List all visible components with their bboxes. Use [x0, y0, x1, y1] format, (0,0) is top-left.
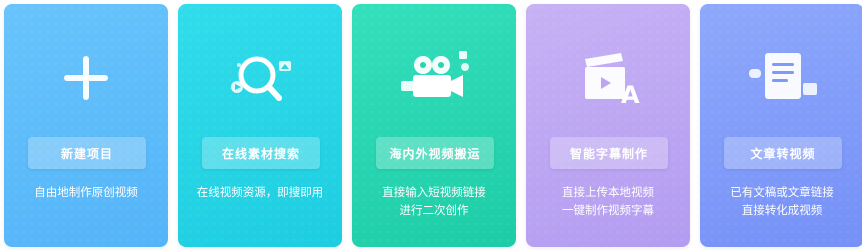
card-new-project[interactable]: 新建项目 自由地制作原创视频 [4, 4, 168, 247]
description-line: 一键制作视频字幕 [562, 203, 654, 217]
description-line: 已有文稿或文章链接 [730, 185, 834, 199]
card-video-transfer[interactable]: 海内外视频搬运 直接输入短视频链接 进行二次创作 [352, 4, 516, 247]
card-description: 直接输入短视频链接 进行二次创作 [358, 183, 510, 219]
card-smart-subtitle[interactable]: A 智能字幕制作 直接上传本地视频 一键制作视频字幕 [526, 4, 690, 247]
new-project-button[interactable]: 新建项目 [28, 137, 146, 169]
card-online-material-search[interactable]: 在线素材搜索 在线视频资源，即搜即用 [178, 4, 342, 247]
description-line: 直接输入短视频链接 [382, 185, 486, 199]
search-magnifier-icon [178, 38, 342, 118]
online-material-search-button[interactable]: 在线素材搜索 [202, 137, 320, 169]
card-description: 在线视频资源，即搜即用 [184, 183, 336, 201]
clapperboard-subtitle-icon: A [526, 38, 690, 118]
video-transfer-button[interactable]: 海内外视频搬运 [376, 137, 494, 169]
description-line: 进行二次创作 [399, 203, 469, 217]
card-description: 已有文稿或文章链接 直接转化成视频 [706, 183, 858, 219]
feature-card-row: 新建项目 自由地制作原创视频 在线素材搜索 在线视频资源，即搜即用 海内外视频搬… [0, 0, 862, 250]
description-line: 直接转化成视频 [741, 203, 823, 217]
document-to-video-icon [700, 38, 862, 118]
description-line: 自由地制作原创视频 [34, 185, 138, 199]
article-to-video-button[interactable]: 文章转视频 [724, 137, 842, 169]
description-line: 在线视频资源，即搜即用 [196, 185, 324, 199]
description-line: 直接上传本地视频 [562, 185, 654, 199]
card-description: 直接上传本地视频 一键制作视频字幕 [532, 183, 684, 219]
card-description: 自由地制作原创视频 [10, 183, 162, 201]
video-camera-icon [352, 38, 516, 118]
card-article-to-video[interactable]: 文章转视频 已有文稿或文章链接 直接转化成视频 [700, 4, 862, 247]
smart-subtitle-button[interactable]: 智能字幕制作 [550, 137, 668, 169]
plus-icon [4, 38, 168, 118]
svg-text:A: A [621, 81, 640, 109]
